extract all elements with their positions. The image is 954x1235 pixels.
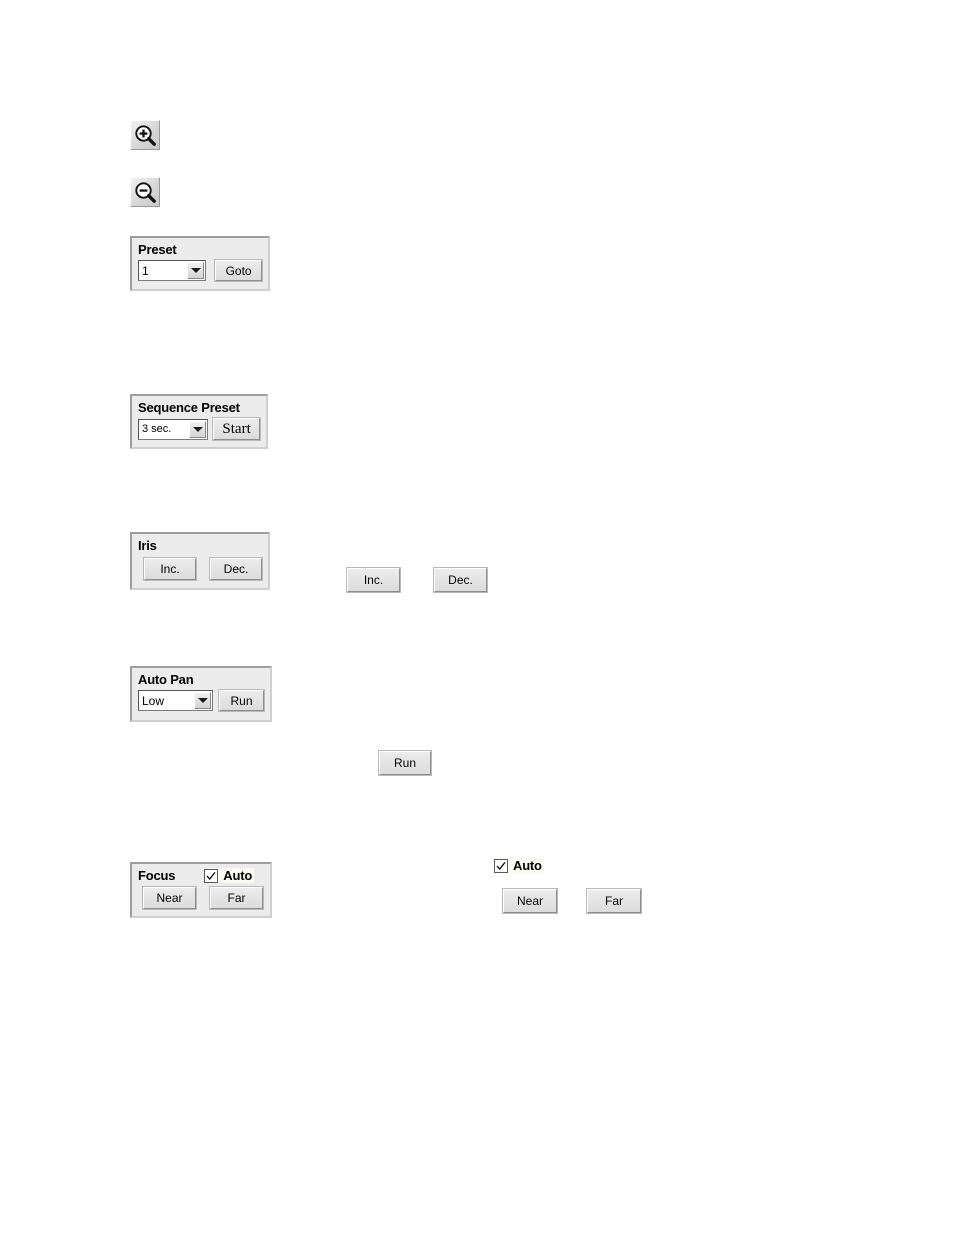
auto-pan-run-callout-button[interactable]: Run <box>378 750 432 776</box>
chevron-down-icon[interactable] <box>189 420 207 438</box>
sequence-preset-start-button[interactable]: Start <box>212 417 261 441</box>
focus-far-button[interactable]: Far <box>209 886 264 910</box>
focus-groupbox: Focus Auto Near Far <box>130 862 272 918</box>
iris-row: Inc. Dec. <box>138 557 263 581</box>
sequence-preset-groupbox: Sequence Preset 3 sec. Start <box>130 394 268 449</box>
focus-auto-checkbox-wrap[interactable]: Auto <box>204 868 255 883</box>
iris-title: Iris <box>138 538 157 553</box>
focus-near-button[interactable]: Near <box>142 886 197 910</box>
chevron-down-icon[interactable] <box>194 692 211 709</box>
preset-groupbox: Preset 1 Goto <box>130 236 270 291</box>
focus-auto-callout-checkbox[interactable] <box>494 858 508 873</box>
check-icon <box>206 871 216 880</box>
auto-pan-title: Auto Pan <box>138 672 194 687</box>
preset-title: Preset <box>138 242 177 257</box>
zoom-in-button[interactable] <box>130 120 160 150</box>
sequence-preset-row: 3 sec. Start <box>138 417 261 441</box>
iris-increase-callout-button[interactable]: Inc. <box>346 567 401 593</box>
auto-pan-select[interactable]: Low <box>138 690 213 711</box>
preset-row: 1 Goto <box>138 259 263 282</box>
auto-pan-groupbox: Auto Pan Low Run <box>130 666 272 722</box>
sequence-preset-select[interactable]: 3 sec. <box>138 418 209 440</box>
focus-buttons-row: Near Far <box>138 886 264 910</box>
focus-header-row: Focus Auto <box>138 868 264 883</box>
magnifier-plus-icon <box>134 124 156 146</box>
focus-auto-callout-wrap[interactable]: Auto <box>494 858 544 873</box>
auto-pan-run-button[interactable]: Run <box>218 689 265 712</box>
zoom-out-button[interactable] <box>130 177 160 207</box>
iris-decrease-callout-button[interactable]: Dec. <box>433 567 488 593</box>
chevron-down-icon[interactable] <box>187 262 205 279</box>
focus-auto-callout-label: Auto <box>513 858 542 873</box>
auto-pan-select-value: Low <box>142 693 165 708</box>
preset-select[interactable]: 1 <box>138 260 207 281</box>
iris-decrease-button[interactable]: Dec. <box>209 557 263 581</box>
sequence-preset-select-value: 3 sec. <box>142 423 172 435</box>
focus-auto-checkbox-label: Auto <box>223 868 253 883</box>
iris-groupbox: Iris Inc. Dec. <box>130 532 270 590</box>
magnifier-minus-icon <box>134 181 156 203</box>
sequence-preset-title: Sequence Preset <box>138 400 240 415</box>
preset-select-value: 1 <box>142 263 149 278</box>
focus-title: Focus <box>138 868 176 883</box>
focus-near-callout-button[interactable]: Near <box>502 888 558 914</box>
check-icon <box>496 861 506 870</box>
preset-goto-button[interactable]: Goto <box>214 259 263 282</box>
focus-auto-checkbox[interactable] <box>204 868 219 883</box>
iris-increase-button[interactable]: Inc. <box>143 557 197 581</box>
auto-pan-row: Low Run <box>138 689 265 712</box>
focus-far-callout-button[interactable]: Far <box>586 888 642 914</box>
